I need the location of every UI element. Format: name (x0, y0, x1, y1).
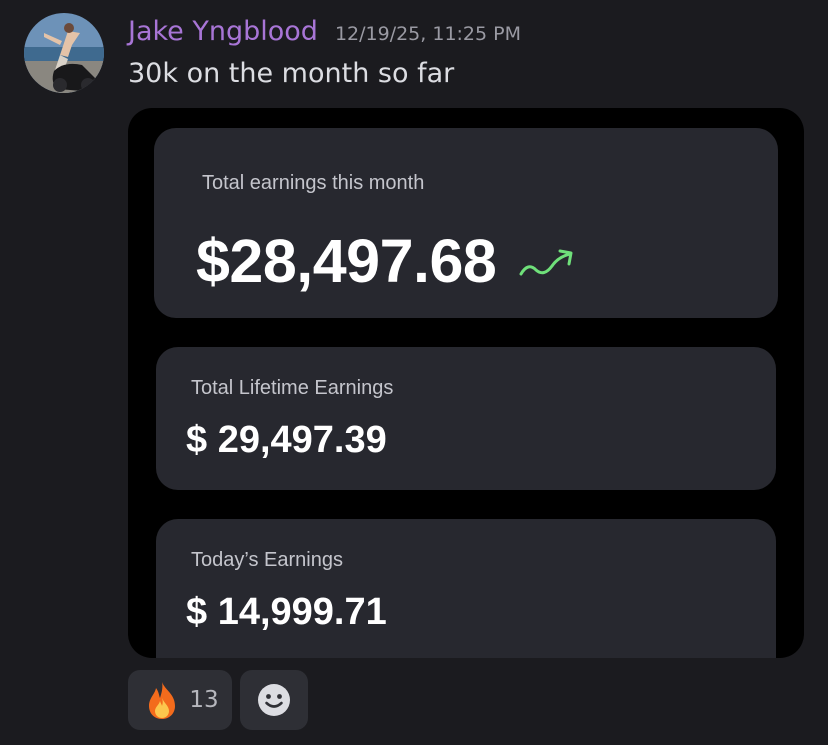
reaction-count: 13 (189, 687, 219, 713)
timestamp: 12/19/25, 11:25 PM (334, 23, 521, 45)
fire-icon (149, 682, 176, 719)
lifetime-earnings-card: Total Lifetime Earnings $ 29,497.39 (156, 347, 776, 490)
todays-earnings-value: $ 14,999.71 (186, 591, 387, 633)
message-text: 30k on the month so far (128, 58, 455, 89)
lifetime-earnings-value: $ 29,497.39 (186, 419, 387, 461)
monthly-earnings-value: $28,497.68 (196, 227, 497, 295)
monthly-earnings-label: Total earnings this month (202, 172, 425, 194)
image-attachment[interactable]: Total earnings this month $28,497.68 Tot… (128, 108, 804, 658)
fire-reaction[interactable]: 13 (128, 670, 232, 730)
todays-earnings-label: Today’s Earnings (191, 549, 343, 571)
username[interactable]: Jake Yngblood (128, 16, 318, 47)
trending-up-icon (519, 249, 573, 276)
add-reaction-icon (258, 684, 290, 716)
monthly-earnings-card: Total earnings this month $28,497.68 (154, 128, 778, 318)
add-reaction-button[interactable] (240, 670, 308, 730)
avatar[interactable] (24, 13, 104, 93)
lifetime-earnings-label: Total Lifetime Earnings (191, 377, 394, 399)
message-header: Jake Yngblood 12/19/25, 11:25 PM (128, 16, 521, 47)
reactions-bar: 13 (128, 670, 308, 730)
todays-earnings-card: Today’s Earnings $ 14,999.71 (156, 519, 776, 658)
